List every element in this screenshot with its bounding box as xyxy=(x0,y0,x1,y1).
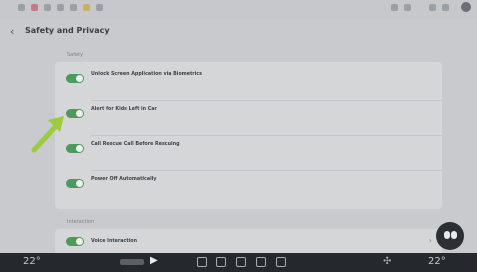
settings-card-safety: Unlock Screen Application via Biometrics… xyxy=(55,62,442,209)
status-icon xyxy=(429,3,436,11)
status-icons-left xyxy=(18,4,103,11)
temperature-unit: ° xyxy=(35,256,41,267)
setting-title: Alert for Kids Left in Car xyxy=(91,107,157,112)
setting-title: Voice Interaction xyxy=(91,239,137,244)
assistant-eye xyxy=(451,231,457,239)
setting-title: Call Rescue Call Before Rescuing xyxy=(91,142,180,147)
setting-row[interactable]: Alert for Kids Left in Car xyxy=(55,101,442,135)
page-title: Safety and Privacy xyxy=(25,26,110,35)
chevron-right-icon: › xyxy=(428,236,432,245)
section-label-interaction: Interaction xyxy=(67,219,95,225)
setting-row[interactable]: Voice Interaction › xyxy=(55,229,442,255)
setting-text: Alert for Kids Left in Car xyxy=(91,107,431,114)
status-icon xyxy=(404,3,411,11)
media-info[interactable] xyxy=(120,259,144,265)
setting-text: Unlock Screen Application via Biometrics xyxy=(91,72,431,79)
setting-row[interactable]: Power Off Automatically xyxy=(55,171,442,205)
fan-icon[interactable]: ✣ xyxy=(383,256,391,267)
temperature-left-value: 22 xyxy=(23,256,36,267)
setting-text: Voice Interaction xyxy=(91,239,431,244)
setting-title: Power Off Automatically xyxy=(91,177,157,182)
toggle-switch[interactable] xyxy=(66,144,84,153)
status-icons-right xyxy=(391,2,471,12)
play-icon[interactable]: ▶ xyxy=(150,255,158,266)
toggle-switch[interactable] xyxy=(66,179,84,188)
assistant-status-icon[interactable] xyxy=(461,2,471,12)
status-icon xyxy=(57,4,64,11)
temperature-left[interactable]: 22° xyxy=(23,256,41,267)
status-icon xyxy=(18,4,25,11)
navigation-icon[interactable] xyxy=(216,257,226,267)
status-icon xyxy=(31,4,38,11)
section-interaction: Interaction Voice Interaction › xyxy=(55,219,442,255)
section-label-safety: Safety xyxy=(67,52,83,58)
music-icon[interactable] xyxy=(236,257,246,267)
temperature-right-value: 22 xyxy=(428,256,441,267)
temperature-unit: ° xyxy=(440,256,446,267)
toggle-switch[interactable] xyxy=(66,109,84,118)
settings-content: Safety Unlock Screen Application via Bio… xyxy=(55,52,442,255)
toggle-switch[interactable] xyxy=(66,237,84,246)
page-header: ‹ Safety and Privacy xyxy=(0,20,477,42)
setting-text: Call Rescue Call Before Rescuing xyxy=(91,142,431,149)
home-icon[interactable] xyxy=(197,257,207,267)
bottom-dock: 22° ▶ ✣ 22° xyxy=(0,253,477,272)
status-icon xyxy=(442,3,449,11)
status-icon xyxy=(44,4,51,11)
setting-row[interactable]: Unlock Screen Application via Biometrics xyxy=(55,66,442,100)
arrow-annotation-icon xyxy=(31,116,64,153)
status-icon xyxy=(391,3,398,11)
setting-text: Power Off Automatically xyxy=(91,177,431,184)
back-icon[interactable]: ‹ xyxy=(10,25,14,38)
assistant-eye xyxy=(444,231,450,239)
assistant-icon[interactable] xyxy=(436,222,464,250)
apps-icon[interactable] xyxy=(256,257,266,267)
status-icon xyxy=(83,4,90,11)
toggle-switch[interactable] xyxy=(66,74,84,83)
setting-row[interactable]: Call Rescue Call Before Rescuing xyxy=(55,136,442,170)
status-icon xyxy=(70,4,77,11)
status-icon xyxy=(96,4,103,11)
status-bar xyxy=(0,0,477,17)
temperature-right[interactable]: 22° xyxy=(428,256,446,267)
setting-title: Unlock Screen Application via Biometrics xyxy=(91,72,203,77)
grid-icon[interactable] xyxy=(276,257,286,267)
